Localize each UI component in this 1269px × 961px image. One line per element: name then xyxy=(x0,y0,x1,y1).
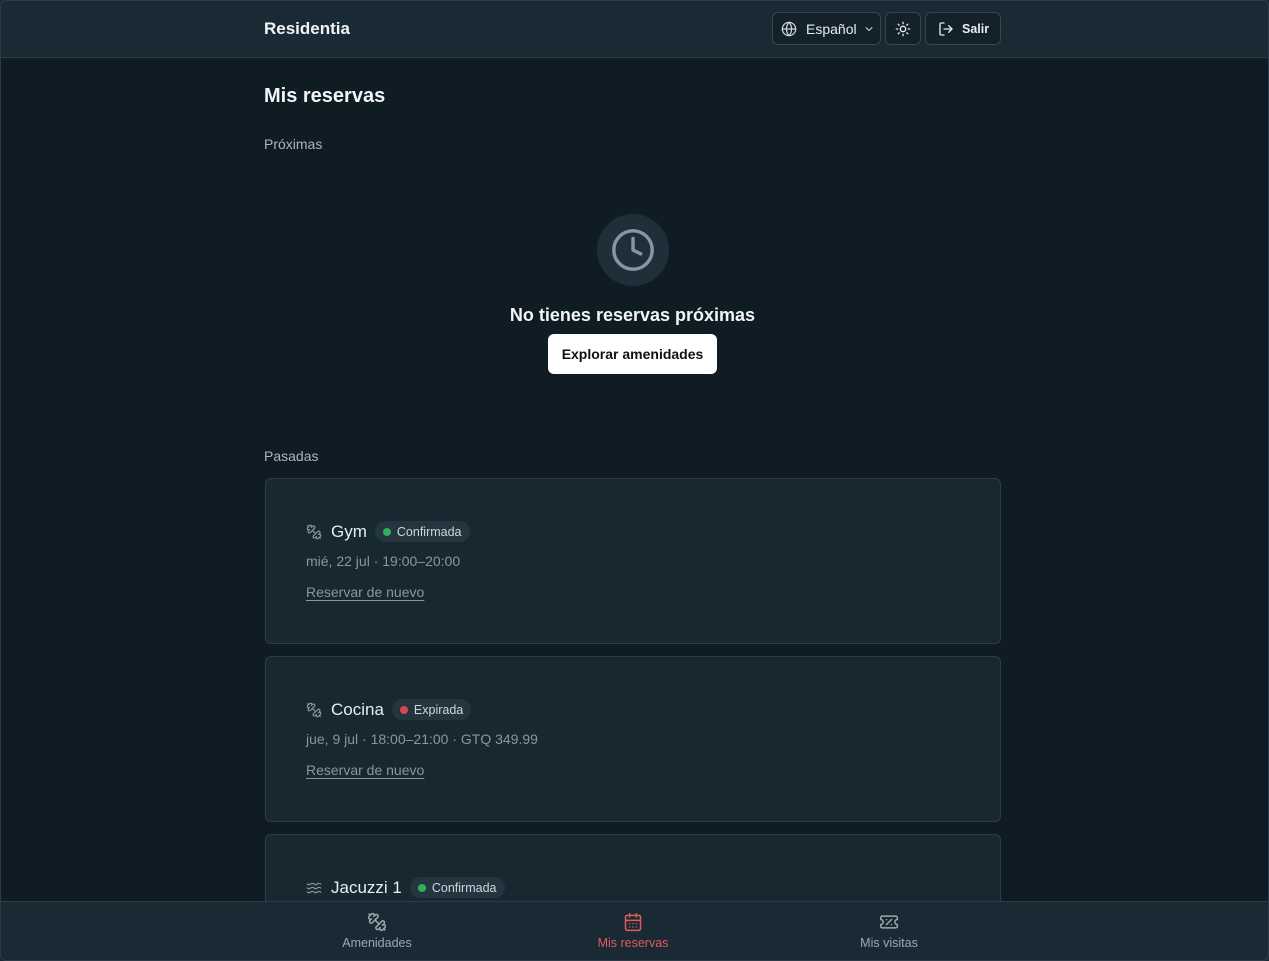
chevron-down-icon xyxy=(865,26,873,31)
explore-amenities-button[interactable]: Explorar amenidades xyxy=(548,334,717,374)
reservation-meta: mié, 22 jul · 19:00–20:00 xyxy=(306,553,461,569)
status-badge: Expirada xyxy=(391,699,472,720)
logout-button[interactable]: Salir xyxy=(925,12,1001,45)
dumbbell-icon xyxy=(367,912,387,932)
amenity-name: Gym xyxy=(331,521,367,541)
status-label: Confirmada xyxy=(396,524,462,539)
globe-icon xyxy=(781,21,797,36)
amenity-name: Jacuzzi 1 xyxy=(331,877,402,897)
status-badge: Confirmada xyxy=(374,521,470,542)
waves-icon xyxy=(306,882,322,893)
upcoming-section-label: Próximas xyxy=(264,136,323,152)
bottom-navigation: Amenidades Mis reservas Mis visitas xyxy=(0,901,1269,961)
nav-label: Mis reservas xyxy=(597,936,669,950)
status-label: Expirada xyxy=(413,702,464,717)
empty-state-icon-wrapper xyxy=(597,214,669,286)
brand-title[interactable]: Residentia xyxy=(264,19,350,39)
reservation-header: Cocina Expirada xyxy=(306,699,472,720)
rebook-link[interactable]: Reservar de nuevo xyxy=(306,762,424,778)
calendar-icon xyxy=(624,912,642,932)
reservation-header: Jacuzzi 1 Confirmada xyxy=(306,877,505,898)
nav-label: Mis visitas xyxy=(860,936,918,950)
language-label: Español xyxy=(806,20,857,37)
status-dot xyxy=(399,705,408,714)
reservation-card: Cocina Expirada jue, 9 jul · 18:00–21:00… xyxy=(265,656,1001,822)
sun-icon xyxy=(895,21,911,36)
nav-item-amenities[interactable]: Amenidades xyxy=(297,912,457,950)
reservation-header: Gym Confirmada xyxy=(306,521,470,542)
amenity-name: Cocina xyxy=(331,699,384,719)
page-title: Mis reservas xyxy=(264,85,386,107)
rebook-link[interactable]: Reservar de nuevo xyxy=(306,584,424,600)
top-header: Residentia Español Salir xyxy=(0,0,1269,58)
dumbbell-icon xyxy=(306,702,322,717)
status-badge: Confirmada xyxy=(409,877,505,898)
logout-label: Salir xyxy=(962,21,990,36)
status-dot xyxy=(417,883,426,892)
empty-state-title: No tienes reservas próximas xyxy=(509,305,756,325)
status-dot xyxy=(382,527,391,536)
nav-item-my-visits[interactable]: Mis visitas xyxy=(809,912,969,950)
reservation-meta: jue, 9 jul · 18:00–21:00 · GTQ 349.99 xyxy=(306,731,538,747)
clock-icon xyxy=(612,229,654,271)
nav-item-my-reservations[interactable]: Mis reservas xyxy=(553,912,713,950)
reservation-card: Gym Confirmada mié, 22 jul · 19:00–20:00… xyxy=(265,478,1001,644)
language-select[interactable]: Español xyxy=(772,12,881,45)
logout-icon xyxy=(939,21,953,36)
status-label: Confirmada xyxy=(431,880,497,895)
past-section-label: Pasadas xyxy=(264,448,319,464)
ticket-icon xyxy=(879,915,899,929)
dumbbell-icon xyxy=(306,524,322,539)
theme-toggle-button[interactable] xyxy=(885,12,921,45)
nav-label: Amenidades xyxy=(342,936,412,950)
